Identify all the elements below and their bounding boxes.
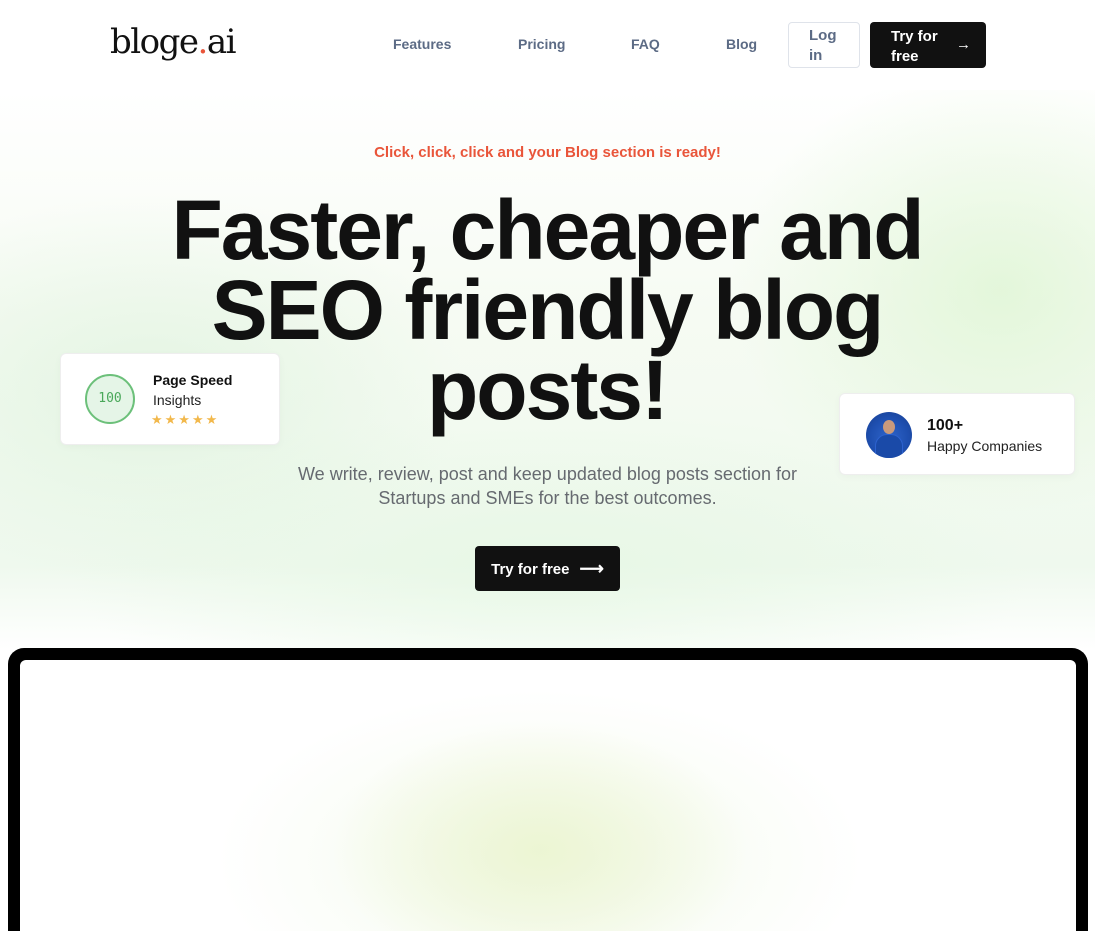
hero-tagline: Click, click, click and your Blog sectio… <box>374 144 721 161</box>
try-free-header-label: Try for free <box>891 27 938 65</box>
login-button[interactable]: Log in <box>788 22 860 68</box>
device-mockup-frame <box>8 648 1088 931</box>
arrow-right-icon: ⟶ <box>579 558 604 578</box>
device-mockup-screen <box>20 660 1076 931</box>
logo-tld: ai <box>206 22 237 62</box>
avatar <box>866 412 912 458</box>
site-header: bloge.ai Features Pricing FAQ Blog Log i… <box>0 0 1095 90</box>
companies-count: 100+ <box>927 417 964 434</box>
try-free-hero-button[interactable]: Try for free ⟶ <box>475 546 620 591</box>
login-label: Log in <box>809 27 837 64</box>
logo[interactable]: bloge.ai <box>110 22 237 62</box>
speed-card-title: Page Speed <box>153 372 233 388</box>
page-speed-card: 100 Page Speed Insights ★★★★★ <box>60 353 280 445</box>
companies-label: Happy Companies <box>927 438 1043 454</box>
speed-card-subtitle: Insights <box>153 392 202 408</box>
nav-features[interactable]: Features <box>393 36 451 52</box>
nav-blog[interactable]: Blog <box>726 36 757 52</box>
avatar-face-shape <box>883 420 895 434</box>
happy-companies-card: 100+ Happy Companies <box>839 393 1075 475</box>
star-rating-icon: ★★★★★ <box>151 412 220 427</box>
speed-score-badge: 100 <box>85 374 135 424</box>
logo-dot: . <box>197 22 209 62</box>
try-free-hero-label: Try for free <box>491 560 570 578</box>
try-free-header-button[interactable]: Try for free → <box>870 22 986 68</box>
nav-faq[interactable]: FAQ <box>631 36 660 52</box>
landing-page: bloge.ai Features Pricing FAQ Blog Log i… <box>0 0 1095 931</box>
logo-main: bloge <box>110 22 199 62</box>
arrow-right-icon: → <box>956 36 971 53</box>
avatar-body-shape <box>875 434 903 458</box>
nav-pricing[interactable]: Pricing <box>518 36 565 52</box>
hero-subtext: We write, review, post and keep updated … <box>298 464 797 508</box>
